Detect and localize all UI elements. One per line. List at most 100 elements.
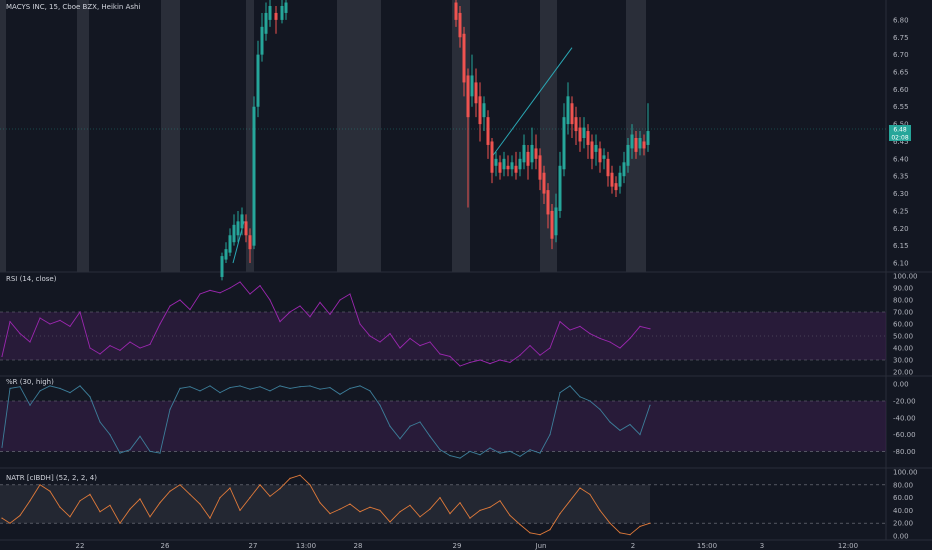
indicator-point	[449, 513, 451, 515]
candle-body	[550, 210, 554, 239]
bar-countdown: 02:08	[891, 135, 908, 142]
time-tick: 29	[453, 542, 462, 550]
indicator-tick: 70.00	[893, 309, 913, 317]
indicator-point	[619, 429, 621, 431]
indicator-point	[269, 495, 271, 497]
natr-title: NATR [cIBDH] (52, 2, 2, 4)	[6, 474, 97, 482]
indicator-point	[309, 484, 311, 486]
indicator-point	[329, 313, 331, 315]
indicator-point	[279, 488, 281, 490]
indicator-point	[579, 396, 581, 398]
price-tick: 6.40	[893, 155, 909, 163]
candle-body	[614, 183, 618, 191]
candle-body	[284, 2, 288, 13]
indicator-point	[549, 529, 551, 531]
indicator-point	[649, 328, 651, 330]
candle-body	[470, 75, 474, 97]
indicator-point	[9, 387, 11, 389]
indicator-point	[109, 434, 111, 436]
indicator-point	[69, 392, 71, 394]
indicator-point	[449, 355, 451, 357]
candle-body	[622, 162, 626, 177]
indicator-point	[319, 388, 321, 390]
indicator-point	[439, 353, 441, 355]
indicator-point	[349, 293, 351, 295]
indicator-tick: 40.00	[893, 507, 913, 515]
indicator-point	[89, 493, 91, 495]
candle-body	[224, 249, 228, 260]
candle-body	[256, 54, 260, 107]
indicator-point	[149, 450, 151, 452]
indicator-point	[399, 438, 401, 440]
indicator-point	[399, 511, 401, 513]
indicator-point	[559, 321, 561, 323]
candle-body	[642, 141, 646, 149]
indicator-point	[289, 311, 291, 313]
indicator-point	[639, 525, 641, 528]
candle-body	[236, 221, 240, 236]
indicator-point	[649, 404, 651, 406]
indicator-point	[199, 293, 201, 295]
indicator-point	[169, 490, 171, 492]
indicator-point	[429, 341, 431, 343]
indicator-point	[369, 506, 371, 508]
indicator-point	[349, 387, 351, 389]
indicator-point	[539, 354, 541, 356]
session-band	[161, 0, 180, 272]
indicator-tick: -60.00	[893, 431, 916, 439]
indicator-point	[89, 396, 91, 398]
indicator-point	[619, 347, 621, 349]
indicator-point	[9, 522, 11, 524]
time-tick: 28	[354, 542, 363, 550]
indicator-point	[1, 517, 3, 519]
indicator-point	[249, 497, 251, 499]
indicator-tick: 0.00	[893, 533, 909, 541]
candle-body	[458, 12, 462, 38]
indicator-point	[639, 325, 641, 327]
price-tick: 6.70	[893, 51, 909, 59]
indicator-point	[419, 345, 421, 347]
indicator-point	[309, 385, 311, 387]
candle-body	[562, 117, 566, 170]
indicator-point	[529, 532, 531, 534]
indicator-point	[1, 446, 3, 448]
indicator-point	[429, 435, 431, 437]
indicator-point	[99, 511, 101, 513]
indicator-point	[9, 321, 11, 323]
indicator-point	[449, 455, 451, 457]
indicator-point	[629, 534, 631, 536]
indicator-point	[349, 503, 351, 505]
time-tick: Jun	[535, 542, 547, 550]
indicator-point	[139, 347, 141, 349]
trading-chart[interactable]: 6.806.756.706.656.606.556.506.456.406.35…	[0, 0, 932, 550]
indicator-point	[39, 317, 41, 319]
indicator-point	[459, 457, 461, 459]
indicator-point	[439, 497, 441, 499]
last-price-tag: 6.48 02:08	[889, 125, 911, 142]
indicator-point	[489, 506, 491, 508]
price-tick: 6.15	[893, 242, 909, 250]
indicator-point	[339, 393, 341, 395]
indicator-point	[99, 353, 101, 355]
indicator-point	[569, 329, 571, 331]
indicator-point	[249, 388, 251, 390]
indicator-point	[389, 425, 391, 427]
indicator-point	[199, 503, 201, 505]
indicator-point	[499, 359, 501, 361]
indicator-point	[229, 287, 231, 289]
indicator-point	[379, 509, 381, 511]
indicator-point	[609, 341, 611, 343]
indicator-point	[1, 355, 3, 357]
indicator-point	[279, 385, 281, 387]
indicator-point	[109, 345, 111, 347]
indicator-point	[429, 508, 431, 510]
indicator-point	[159, 452, 161, 454]
indicator-tick: 60.00	[893, 321, 913, 329]
rsi-title: RSI (14, close)	[6, 275, 57, 283]
time-tick: 27	[249, 542, 258, 550]
indicator-point	[519, 354, 521, 356]
price-tick: 6.25	[893, 207, 909, 215]
indicator-point	[159, 323, 161, 325]
indicator-point	[219, 392, 221, 394]
indicator-tick: -80.00	[893, 448, 916, 456]
